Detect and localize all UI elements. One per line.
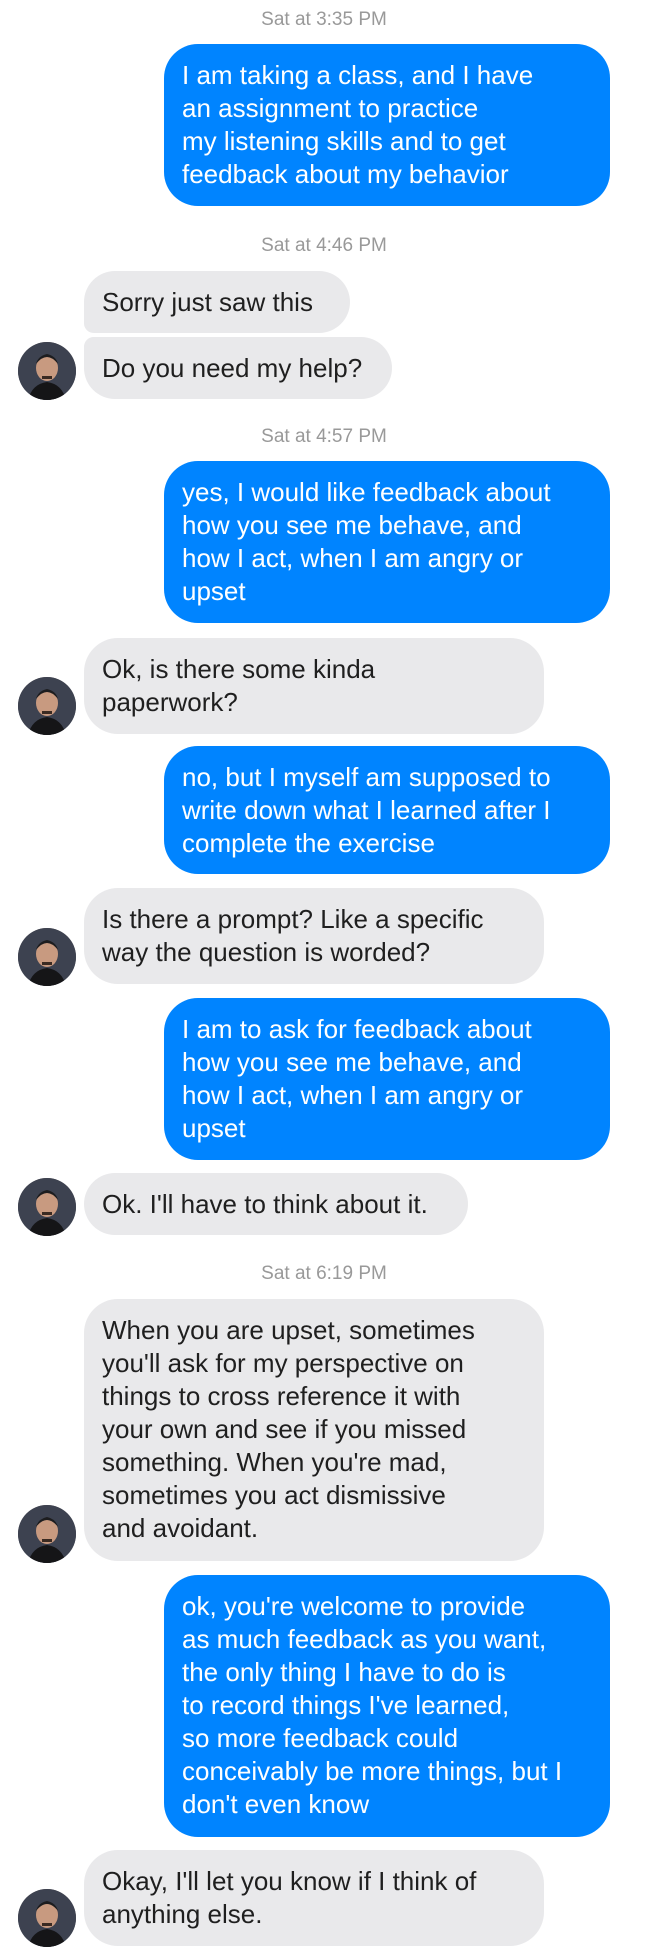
contact-avatar-icon[interactable]: [18, 1889, 76, 1947]
contact-avatar-icon[interactable]: [18, 1505, 76, 1563]
incoming-message-bubble[interactable]: Okay, I'll let you know if I think of an…: [84, 1850, 544, 1946]
incoming-message-bubble[interactable]: Ok, is there some kinda paperwork?: [84, 638, 544, 734]
incoming-message-bubble[interactable]: When you are upset, sometimes you'll ask…: [84, 1299, 544, 1561]
contact-avatar-icon[interactable]: [18, 928, 76, 986]
outgoing-message-bubble[interactable]: I am to ask for feedback about how you s…: [164, 998, 610, 1160]
incoming-message-bubble[interactable]: Is there a prompt? Like a specific way t…: [84, 888, 544, 984]
message-thread: Sat at 3:35 PM I am taking a class, and …: [0, 0, 648, 1956]
incoming-message-bubble[interactable]: Sorry just saw this: [84, 271, 350, 333]
outgoing-message-bubble[interactable]: yes, I would like feedback about how you…: [164, 461, 610, 623]
timestamp: Sat at 4:57 PM: [261, 426, 387, 447]
timestamp: Sat at 3:35 PM: [261, 9, 387, 30]
outgoing-message-bubble[interactable]: I am taking a class, and I have an assig…: [164, 44, 610, 206]
contact-avatar-icon[interactable]: [18, 677, 76, 735]
incoming-message-bubble[interactable]: Do you need my help?: [84, 337, 392, 399]
outgoing-message-bubble[interactable]: ok, you're welcome to provide as much fe…: [164, 1575, 610, 1837]
timestamp: Sat at 4:46 PM: [261, 235, 387, 256]
incoming-message-bubble[interactable]: Ok. I'll have to think about it.: [84, 1173, 468, 1235]
contact-avatar-icon[interactable]: [18, 1178, 76, 1236]
contact-avatar-icon[interactable]: [18, 342, 76, 400]
timestamp: Sat at 6:19 PM: [261, 1263, 387, 1284]
outgoing-message-bubble[interactable]: no, but I myself am supposed to write do…: [164, 746, 610, 874]
